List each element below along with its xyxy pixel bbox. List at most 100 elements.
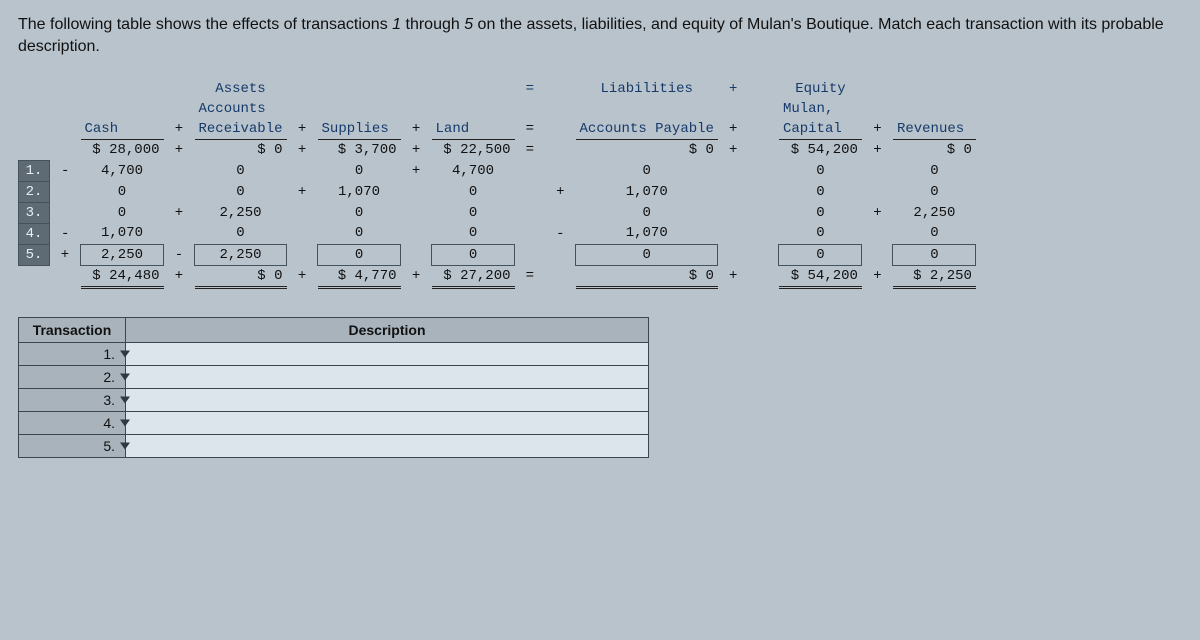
r3-cash-s: +	[164, 202, 195, 223]
header-cash: Cash	[81, 119, 164, 140]
r1-rev: 0	[893, 160, 976, 181]
r4-sup: 0	[318, 223, 401, 244]
r4-land: 0	[432, 223, 515, 244]
end-cash: $ 24,480	[81, 265, 164, 287]
match-row-1: 1.	[19, 342, 126, 365]
chevron-down-icon	[120, 373, 130, 380]
end-ap: $ 0	[576, 265, 718, 287]
intro-mid: through	[401, 16, 464, 33]
r1-sup-s: +	[401, 160, 432, 181]
begin-land: $ 22,500	[432, 140, 515, 161]
op-plus: +	[718, 119, 749, 140]
op-plus: +	[287, 119, 318, 140]
row-num-1: 1.	[19, 160, 50, 181]
header-supplies: Supplies	[318, 119, 401, 140]
r4-pre: -	[50, 223, 81, 244]
match-row-4: 4.	[19, 411, 126, 434]
row-num-3: 3.	[19, 202, 50, 223]
op-plus: +	[718, 140, 749, 161]
r5-cash: 2,250	[81, 244, 164, 265]
match-header-description: Description	[126, 317, 649, 342]
chevron-down-icon	[120, 419, 130, 426]
r2-ar: 0	[195, 181, 287, 202]
r3-ap: 0	[576, 202, 718, 223]
header-assets: Assets	[195, 79, 287, 99]
r1-ar: 0	[195, 160, 287, 181]
accounting-equation-table: Assets = Liabilities + Equity Accounts M…	[18, 79, 976, 289]
op-plus: +	[287, 140, 318, 161]
r2-cash: 0	[81, 181, 164, 202]
r5-ap: 0	[576, 244, 718, 265]
r3-cash: 0	[81, 202, 164, 223]
header-cap-top: Mulan,	[779, 99, 862, 119]
r5-rev: 0	[893, 244, 976, 265]
begin-rev: $ 0	[893, 140, 976, 161]
match-row-3: 3.	[19, 388, 126, 411]
row-num-2: 2.	[19, 181, 50, 202]
begin-ar: $ 0	[195, 140, 287, 161]
match-row-2: 2.	[19, 365, 126, 388]
r1-ap: 0	[576, 160, 718, 181]
r2-cap: 0	[779, 181, 862, 202]
description-select-5[interactable]	[126, 434, 649, 457]
description-select-1[interactable]	[126, 342, 649, 365]
match-row-5: 5.	[19, 434, 126, 457]
begin-supplies: $ 3,700	[318, 140, 401, 161]
chevron-down-icon	[120, 396, 130, 403]
description-select-3[interactable]	[126, 388, 649, 411]
op-plus: +	[862, 119, 893, 140]
r1-cap: 0	[779, 160, 862, 181]
end-cap: $ 54,200	[779, 265, 862, 287]
op-plus: +	[862, 265, 893, 287]
r5-pre: +	[50, 244, 81, 265]
match-header-transaction: Transaction	[19, 317, 126, 342]
op-plus: +	[718, 265, 749, 287]
r1-land: 4,700	[432, 160, 515, 181]
intro-ital-2: 5	[464, 16, 473, 33]
plus-sign: +	[718, 79, 749, 99]
r2-rev: 0	[893, 181, 976, 202]
begin-cap: $ 54,200	[779, 140, 862, 161]
end-ar: $ 0	[195, 265, 287, 287]
header-liabilities: Liabilities	[576, 79, 718, 99]
header-land: Land	[432, 119, 515, 140]
description-select-4[interactable]	[126, 411, 649, 434]
op-plus: +	[164, 140, 195, 161]
r2-ap-s: +	[545, 181, 576, 202]
r4-ar: 0	[195, 223, 287, 244]
end-land: $ 27,200	[432, 265, 515, 287]
header-ap: Accounts Payable	[576, 119, 718, 140]
header-ar-top: Accounts	[195, 99, 287, 119]
r3-land: 0	[432, 202, 515, 223]
problem-intro: The following table shows the effects of…	[18, 14, 1182, 57]
chevron-down-icon	[120, 350, 130, 357]
description-select-2[interactable]	[126, 365, 649, 388]
r3-sup: 0	[318, 202, 401, 223]
end-sup: $ 4,770	[318, 265, 401, 287]
r5-ar: 2,250	[195, 244, 287, 265]
op-plus: +	[401, 265, 432, 287]
r2-land: 0	[432, 181, 515, 202]
r4-ap: 1,070	[576, 223, 718, 244]
op-plus: +	[401, 119, 432, 140]
r2-ar-s: +	[287, 181, 318, 202]
header-capital: Capital	[779, 119, 862, 140]
begin-ap: $ 0	[576, 140, 718, 161]
intro-prefix: The following table shows the effects of…	[18, 16, 392, 33]
r3-rev: 2,250	[893, 202, 976, 223]
r1-cash: 4,700	[81, 160, 164, 181]
r3-cap: 0	[779, 202, 862, 223]
r5-cap: 0	[779, 244, 862, 265]
r2-ap: 1,070	[576, 181, 718, 202]
end-rev: $ 2,250	[893, 265, 976, 287]
header-equity: Equity	[779, 79, 862, 99]
header-revenues: Revenues	[893, 119, 976, 140]
op-plus: +	[401, 140, 432, 161]
begin-cash: $ 28,000	[81, 140, 164, 161]
op-eq: =	[515, 140, 546, 161]
row-num-5: 5.	[19, 244, 50, 265]
op-plus: +	[164, 265, 195, 287]
r5-land: 0	[432, 244, 515, 265]
op-plus: +	[164, 119, 195, 140]
r3-cap-s: +	[862, 202, 893, 223]
